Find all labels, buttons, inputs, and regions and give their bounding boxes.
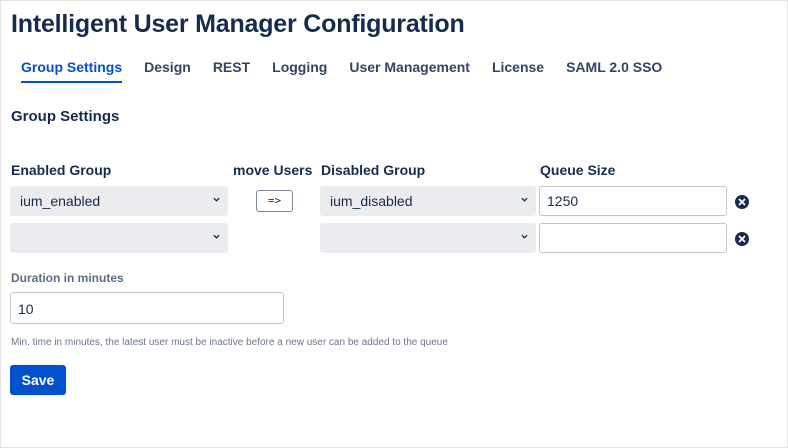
disabled-group-select-1[interactable]: ium_disabled — [320, 186, 536, 216]
duration-input[interactable]: 10 — [10, 292, 284, 324]
chevron-down-icon — [213, 197, 220, 202]
tab-logging[interactable]: Logging — [272, 59, 327, 83]
duration-label: Duration in minutes — [11, 271, 124, 285]
tab-design[interactable]: Design — [144, 59, 191, 83]
chevron-down-icon — [213, 234, 220, 239]
tab-group-settings[interactable]: Group Settings — [21, 59, 123, 83]
queue-size-input-1[interactable]: 1250 — [539, 186, 727, 216]
enabled-group-select-1[interactable]: ium_enabled — [10, 186, 228, 216]
enabled-group-header: Enabled Group — [11, 162, 112, 178]
save-button[interactable]: Save — [10, 365, 66, 395]
queue-size-header: Queue Size — [540, 162, 616, 178]
disabled-group-header: Disabled Group — [321, 162, 426, 178]
remove-row-icon[interactable] — [735, 195, 749, 209]
duration-value: 10 — [18, 301, 34, 317]
enabled-group-value-1: ium_enabled — [20, 193, 101, 209]
tab-bar: Group Settings Design REST Logging User … — [21, 59, 684, 83]
disabled-group-value-1: ium_disabled — [330, 193, 413, 209]
chevron-down-icon — [521, 234, 528, 239]
page-title: Intelligent User Manager Configuration — [11, 10, 465, 38]
queue-size-value-1: 1250 — [547, 193, 579, 209]
tab-user-management[interactable]: User Management — [349, 59, 470, 83]
tab-saml-sso[interactable]: SAML 2.0 SSO — [566, 59, 662, 83]
remove-row-icon[interactable] — [735, 232, 749, 246]
tab-license[interactable]: License — [492, 59, 544, 83]
section-title: Group Settings — [11, 108, 120, 125]
move-users-header: move Users — [233, 162, 313, 178]
duration-help-text: Min. time in minutes, the latest user mu… — [11, 337, 448, 348]
enabled-group-select-2[interactable] — [10, 223, 228, 253]
queue-size-input-2[interactable] — [539, 223, 727, 253]
disabled-group-select-2[interactable] — [320, 223, 536, 253]
chevron-down-icon — [521, 197, 528, 202]
tab-rest[interactable]: REST — [213, 59, 250, 83]
move-users-button-1[interactable]: => — [256, 190, 293, 212]
